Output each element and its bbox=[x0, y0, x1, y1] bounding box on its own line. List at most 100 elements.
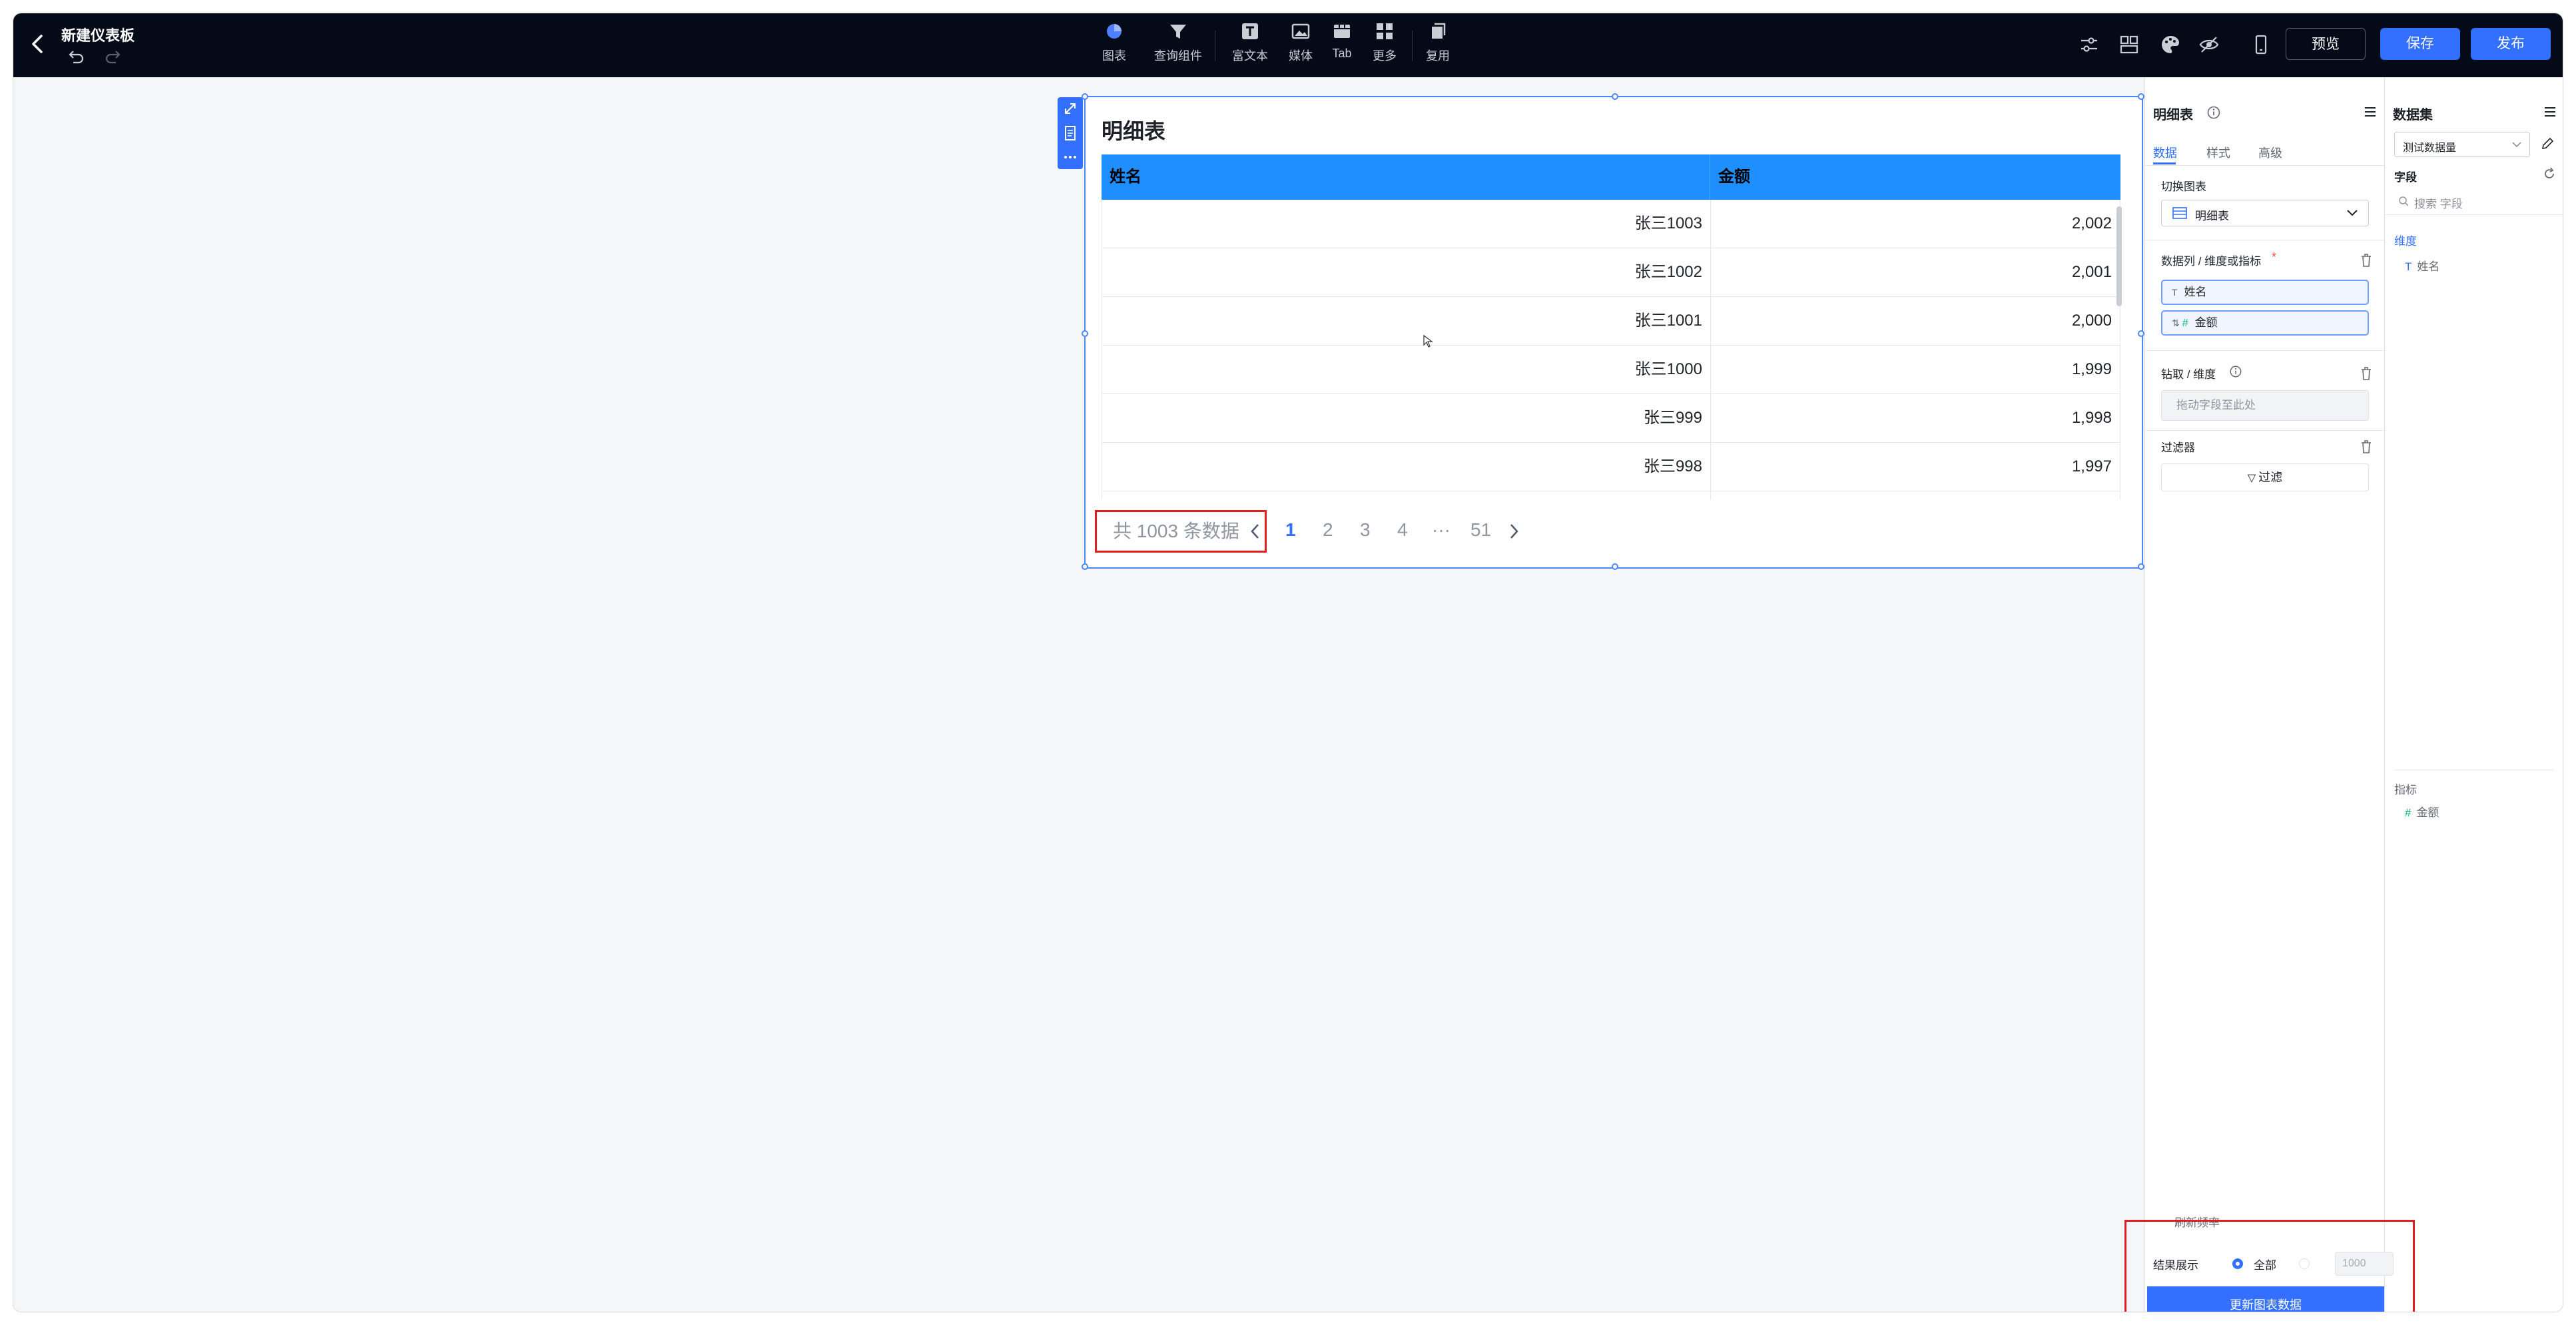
next-page-icon[interactable] bbox=[1506, 521, 1521, 542]
publish-button[interactable]: 发布 bbox=[2471, 28, 2551, 60]
trash-icon[interactable] bbox=[2360, 253, 2373, 268]
page-number[interactable]: 3 bbox=[1360, 519, 1371, 541]
search-icon bbox=[2399, 196, 2409, 206]
cell-name: 张三1002 bbox=[1102, 248, 1710, 296]
tab-advanced[interactable]: 高级 bbox=[2258, 144, 2282, 161]
divider bbox=[2145, 350, 2385, 351]
redo-icon[interactable] bbox=[104, 48, 123, 65]
tab-style[interactable]: 样式 bbox=[2206, 144, 2230, 161]
hide-eye-icon[interactable] bbox=[2198, 33, 2220, 56]
save-button[interactable]: 保存 bbox=[2380, 28, 2460, 60]
field-chip-name[interactable]: T 姓名 bbox=[2161, 280, 2369, 305]
column-header-amount[interactable]: 金额 bbox=[1710, 154, 2120, 200]
tab-data[interactable]: 数据 bbox=[2153, 144, 2177, 161]
metric-field-label: 金额 bbox=[2416, 806, 2439, 819]
dataset-name: 测试数据量 bbox=[2403, 142, 2457, 154]
divider bbox=[2145, 165, 2385, 166]
resize-handle[interactable] bbox=[1082, 563, 1088, 570]
chart-type-select[interactable]: 明细表 bbox=[2161, 200, 2369, 226]
table-scrollbar[interactable] bbox=[2116, 206, 2122, 306]
chart-title: 明细表 bbox=[1102, 119, 1166, 143]
tool-chart-label: 图表 bbox=[1102, 49, 1126, 63]
filter-funnel-icon bbox=[1170, 25, 1186, 39]
page-number[interactable]: 4 bbox=[1397, 519, 1408, 541]
cell-amount: 2,000 bbox=[1710, 297, 2120, 345]
cell-name: 张三999 bbox=[1102, 394, 1710, 442]
table-row: 张三1000 1,999 bbox=[1102, 346, 2120, 394]
menu-icon[interactable] bbox=[2362, 104, 2378, 120]
dashboard-title[interactable]: 新建仪表板 bbox=[61, 24, 135, 45]
tool-more-label: 更多 bbox=[1373, 49, 1397, 63]
info-icon[interactable] bbox=[2206, 105, 2221, 120]
tool-chart[interactable]: 图表 bbox=[1084, 21, 1144, 71]
copy-icon bbox=[1432, 23, 1446, 39]
info-icon[interactable] bbox=[2229, 365, 2242, 378]
undo-icon[interactable] bbox=[67, 48, 85, 65]
table-row: 张三1001 2,000 bbox=[1102, 297, 2120, 346]
filter-funnel-icon: ▽ bbox=[2247, 473, 2256, 484]
grid-icon bbox=[1377, 23, 1393, 39]
top-bar: 新建仪表板 图表 查询组件 富文本 媒体 Tab 更多 复用 预览 保存 发布 bbox=[13, 13, 2563, 77]
highlight-box bbox=[2124, 1220, 2415, 1312]
page-number[interactable]: 1 bbox=[1285, 519, 1296, 541]
cell-name: 张三998 bbox=[1102, 443, 1710, 491]
back-arrow-icon[interactable] bbox=[27, 31, 51, 57]
dataset-select[interactable]: 测试数据量 bbox=[2394, 132, 2530, 157]
trash-icon[interactable] bbox=[2360, 439, 2373, 454]
image-icon bbox=[1291, 23, 1310, 39]
cell-name: 张三1001 bbox=[1102, 297, 1710, 345]
adjust-icon[interactable] bbox=[2078, 33, 2100, 56]
resize-handle[interactable] bbox=[1082, 93, 1088, 100]
filter-button[interactable]: ▽ 过滤 bbox=[2161, 463, 2369, 491]
more-dots-icon[interactable] bbox=[1058, 145, 1083, 169]
divider bbox=[2385, 214, 2563, 215]
chevron-down-icon bbox=[2512, 142, 2521, 148]
pie-chart-icon bbox=[1107, 24, 1122, 39]
resize-handle[interactable] bbox=[2138, 563, 2144, 570]
tool-query[interactable]: 查询组件 bbox=[1148, 21, 1208, 71]
cell-name: 张三1003 bbox=[1102, 200, 1710, 248]
tool-reuse[interactable]: 复用 bbox=[1408, 21, 1468, 71]
field-chip-label: 金额 bbox=[2194, 316, 2218, 329]
page-ellipsis[interactable]: ··· bbox=[1432, 519, 1450, 541]
refresh-icon[interactable] bbox=[2542, 166, 2557, 181]
trash-icon[interactable] bbox=[2360, 366, 2373, 381]
divider bbox=[2145, 430, 2385, 431]
theme-palette-icon[interactable] bbox=[2159, 33, 2182, 56]
rich-text-icon bbox=[1242, 23, 1258, 39]
resize-handle[interactable] bbox=[2138, 330, 2144, 337]
dimension-field-name[interactable]: T 姓名 bbox=[2405, 257, 2439, 274]
tool-more[interactable]: 更多 bbox=[1355, 21, 1415, 71]
field-chip-amount[interactable]: ⇅ # 金额 bbox=[2161, 310, 2369, 336]
table-icon bbox=[2172, 207, 2187, 219]
resize-handle[interactable] bbox=[1082, 330, 1088, 337]
mobile-icon[interactable] bbox=[2250, 33, 2272, 56]
field-search-input[interactable]: 搜索 字段 bbox=[2414, 194, 2463, 211]
table-row bbox=[1102, 491, 2120, 499]
expand-icon[interactable] bbox=[1058, 97, 1083, 121]
metric-field-amount[interactable]: # 金额 bbox=[2405, 803, 2439, 820]
document-icon[interactable] bbox=[1058, 121, 1083, 145]
table-body[interactable]: 张三1003 2,002 张三1002 2,001 张三1001 2,000 张… bbox=[1102, 200, 2120, 499]
layout-icon[interactable] bbox=[2118, 33, 2140, 56]
detail-table-chart[interactable]: 明细表 姓名 金额 张三1003 2,002 张三1002 2,001 张三10… bbox=[1082, 93, 2144, 570]
field-chip-label: 姓名 bbox=[2184, 286, 2207, 298]
column-header-name[interactable]: 姓名 bbox=[1102, 154, 1710, 200]
table-row: 张三999 1,998 bbox=[1102, 394, 2120, 443]
prev-page-icon[interactable] bbox=[1248, 521, 1263, 542]
chart-config-panel: 明细表 数据 样式 高级 切换图表 明细表 数据列 / 维度或指标 * T 姓名… bbox=[2144, 77, 2385, 1312]
cell-amount: 1,998 bbox=[1710, 394, 2120, 442]
edit-pencil-icon[interactable] bbox=[2539, 136, 2555, 152]
detail-table: 姓名 金额 张三1003 2,002 张三1002 2,001 张三1001 2… bbox=[1102, 154, 2120, 499]
resize-handle[interactable] bbox=[1612, 93, 1618, 100]
resize-handle[interactable] bbox=[1612, 563, 1618, 570]
page-number[interactable]: 51 bbox=[1470, 519, 1491, 541]
preview-button[interactable]: 预览 bbox=[2286, 28, 2366, 60]
menu-icon[interactable] bbox=[2542, 104, 2558, 120]
resize-handle[interactable] bbox=[2138, 93, 2144, 100]
columns-label: 数据列 / 维度或指标 bbox=[2161, 255, 2262, 268]
dashboard-canvas[interactable]: 明细表 姓名 金额 张三1003 2,002 张三1002 2,001 张三10… bbox=[13, 77, 2144, 1312]
page-number[interactable]: 2 bbox=[1323, 519, 1333, 541]
cell-amount: 1,997 bbox=[1710, 443, 2120, 491]
drill-drop-zone[interactable]: 拖动字段至此处 bbox=[2161, 390, 2369, 421]
